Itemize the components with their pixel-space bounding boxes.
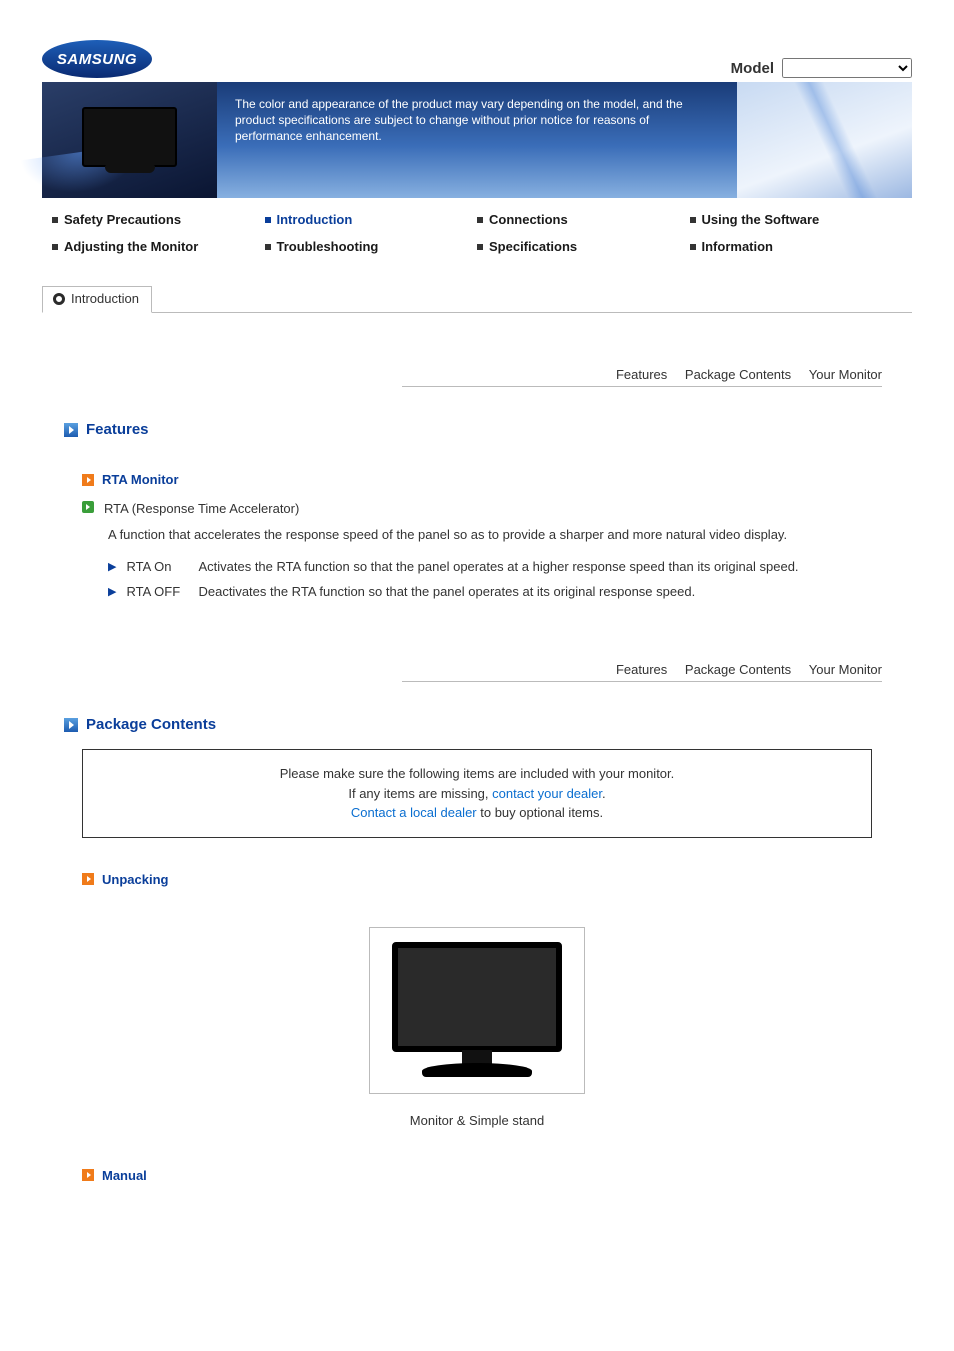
- triangle-icon: ▶: [108, 559, 116, 577]
- contact-local-dealer-link[interactable]: Contact a local dealer: [351, 805, 477, 820]
- note-line2-suffix: .: [602, 786, 606, 801]
- features-heading: Features: [86, 421, 149, 438]
- sub-nav: Features Package Contents Your Monitor: [402, 367, 882, 387]
- arrow-right-icon: [64, 718, 78, 732]
- subnav-your-monitor[interactable]: Your Monitor: [809, 367, 882, 382]
- square-bullet-icon: [690, 217, 696, 223]
- nav-label: Introduction: [277, 212, 353, 227]
- arrow-right-icon: [82, 1169, 94, 1181]
- main-nav: Safety Precautions Introduction Connection…: [42, 198, 912, 270]
- rta-off-label: RTA OFF: [126, 584, 188, 602]
- rta-off-row: ▶ RTA OFF Deactivates the RTA function s…: [108, 584, 852, 602]
- subnav-features[interactable]: Features: [616, 662, 667, 677]
- rta-on-text: Activates the RTA function so that the p…: [198, 559, 798, 577]
- subnav-package-contents[interactable]: Package Contents: [685, 662, 791, 677]
- arrow-right-icon: [64, 423, 78, 437]
- unpacking-heading: Unpacking: [102, 872, 168, 887]
- banner-product-image: [42, 82, 217, 198]
- package-note-box: Please make sure the following items are…: [82, 749, 872, 838]
- square-bullet-icon: [265, 217, 271, 223]
- square-bullet-icon: [477, 244, 483, 250]
- nav-label: Using the Software: [702, 212, 820, 227]
- square-bullet-icon: [52, 244, 58, 250]
- package-contents-heading: Package Contents: [86, 716, 216, 733]
- nav-connections[interactable]: Connections: [477, 212, 690, 227]
- rta-description: A function that accelerates the response…: [108, 526, 852, 545]
- nav-label: Information: [702, 239, 774, 254]
- arrow-right-icon: [82, 873, 94, 885]
- section-tab-label: Introduction: [71, 291, 139, 306]
- rta-on-row: ▶ RTA On Activates the RTA function so t…: [108, 559, 852, 577]
- nav-information[interactable]: Information: [690, 239, 903, 254]
- rta-expansion: RTA (Response Time Accelerator): [104, 501, 299, 516]
- nav-specifications[interactable]: Specifications: [477, 239, 690, 254]
- section-tab-introduction: Introduction: [42, 286, 152, 313]
- arrow-right-icon: [82, 474, 94, 486]
- note-line1: Please make sure the following items are…: [107, 764, 847, 784]
- nav-troubleshooting[interactable]: Troubleshooting: [265, 239, 478, 254]
- sub-nav: Features Package Contents Your Monitor: [402, 662, 882, 682]
- rta-off-text: Deactivates the RTA function so that the…: [198, 584, 695, 602]
- nav-using-the-software[interactable]: Using the Software: [690, 212, 903, 227]
- subnav-features[interactable]: Features: [616, 367, 667, 382]
- nav-safety-precautions[interactable]: Safety Precautions: [52, 212, 265, 227]
- manual-heading: Manual: [102, 1168, 147, 1183]
- banner-notice-text: The color and appearance of the product …: [217, 82, 737, 198]
- square-bullet-icon: [690, 244, 696, 250]
- hero-banner: The color and appearance of the product …: [42, 82, 912, 198]
- nav-label: Troubleshooting: [277, 239, 379, 254]
- figure-caption: Monitor & Simple stand: [42, 1113, 912, 1128]
- monitor-figure: [369, 927, 585, 1094]
- square-bullet-icon: [52, 217, 58, 223]
- square-bullet-icon: [477, 217, 483, 223]
- model-select[interactable]: [782, 58, 912, 78]
- subnav-your-monitor[interactable]: Your Monitor: [809, 662, 882, 677]
- nav-label: Connections: [489, 212, 568, 227]
- note-line3-suffix: to buy optional items.: [477, 805, 603, 820]
- nav-introduction[interactable]: Introduction: [265, 212, 478, 227]
- banner-decoration: [737, 82, 912, 198]
- bullet-icon: [82, 501, 94, 513]
- subnav-package-contents[interactable]: Package Contents: [685, 367, 791, 382]
- brand-logo: SAMSUNG: [42, 40, 152, 78]
- rta-monitor-heading: RTA Monitor: [102, 472, 179, 487]
- nav-label: Adjusting the Monitor: [64, 239, 198, 254]
- triangle-icon: ▶: [108, 584, 116, 602]
- nav-label: Safety Precautions: [64, 212, 181, 227]
- circle-icon: [53, 293, 65, 305]
- square-bullet-icon: [265, 244, 271, 250]
- rta-on-label: RTA On: [126, 559, 188, 577]
- model-label: Model: [731, 60, 774, 77]
- nav-adjusting-the-monitor[interactable]: Adjusting the Monitor: [52, 239, 265, 254]
- note-line2-prefix: If any items are missing,: [348, 786, 492, 801]
- contact-dealer-link[interactable]: contact your dealer: [492, 786, 602, 801]
- nav-label: Specifications: [489, 239, 577, 254]
